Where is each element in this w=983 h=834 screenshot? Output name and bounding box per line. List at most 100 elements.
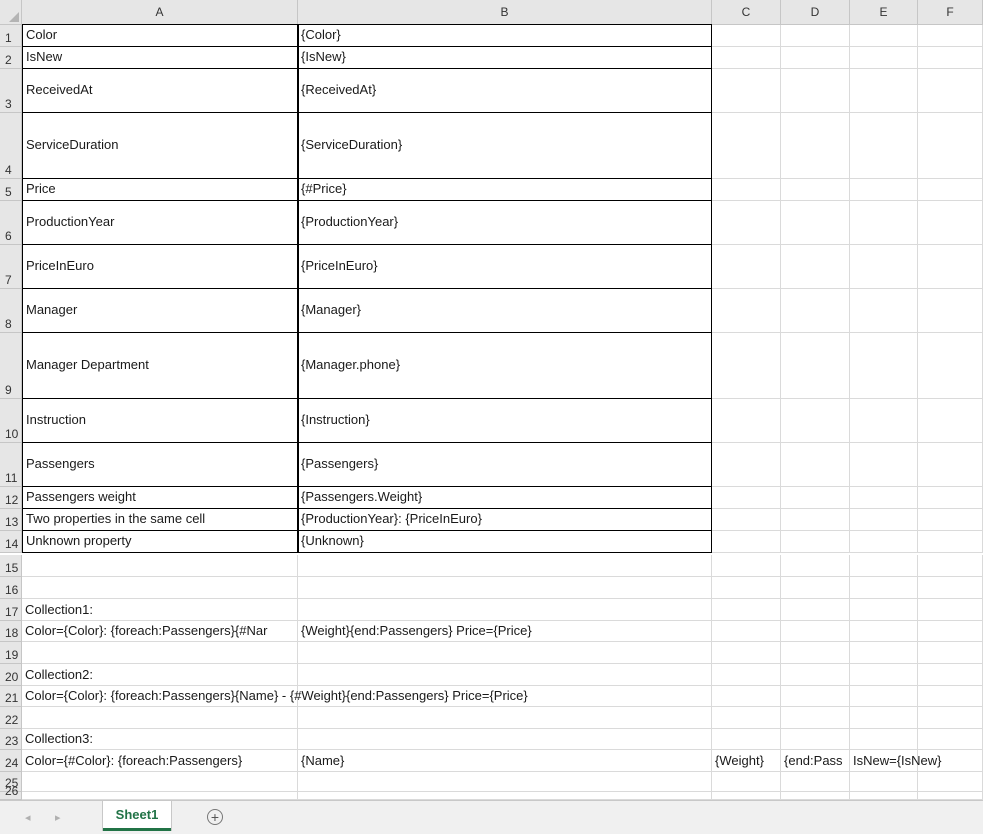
grid-cell[interactable] (850, 333, 918, 399)
row-header-6[interactable]: 6 (0, 201, 22, 245)
grid-cell[interactable] (712, 664, 781, 686)
table-cell-b3[interactable]: {ReceivedAt} (297, 68, 712, 113)
grid-cell[interactable] (712, 69, 781, 113)
grid-cell[interactable] (781, 555, 850, 577)
grid-cell[interactable] (850, 792, 918, 800)
tab-scroll-left-icon[interactable]: ◂ (25, 811, 31, 824)
grid-cell[interactable] (918, 642, 983, 664)
grid-cell[interactable] (22, 792, 298, 800)
table-cell-b10[interactable]: {Instruction} (297, 398, 712, 443)
grid-cell[interactable] (918, 531, 983, 553)
grid-cell[interactable] (850, 664, 918, 686)
column-header-a[interactable]: A (22, 0, 298, 25)
grid-cell[interactable] (781, 289, 850, 333)
grid-cell[interactable] (781, 531, 850, 553)
cell-b18[interactable]: {Weight}{end:Passengers} Price={Price} (298, 621, 712, 642)
table-cell-a12[interactable]: Passengers weight (22, 486, 299, 509)
row-header-21[interactable]: 21 (0, 686, 22, 707)
row-header-2[interactable]: 2 (0, 47, 22, 69)
row-header-7[interactable]: 7 (0, 245, 22, 289)
grid-cell[interactable] (712, 599, 781, 621)
row-header-9[interactable]: 9 (0, 333, 22, 399)
grid-cell[interactable] (712, 201, 781, 245)
column-header-f[interactable]: F (918, 0, 983, 25)
row-header-17[interactable]: 17 (0, 599, 22, 621)
grid-cell[interactable] (918, 599, 983, 621)
cell-a23[interactable]: Collection3: (22, 729, 298, 750)
grid-cell[interactable] (712, 443, 781, 487)
grid-cell[interactable] (850, 555, 918, 577)
table-cell-b14[interactable]: {Unknown} (297, 530, 712, 553)
grid-cell[interactable] (22, 555, 298, 577)
grid-cell[interactable] (850, 642, 918, 664)
grid-cell[interactable] (850, 113, 918, 179)
grid-cell[interactable] (850, 599, 918, 621)
table-cell-a3[interactable]: ReceivedAt (22, 68, 299, 113)
row-header-19[interactable]: 19 (0, 642, 22, 664)
grid-cell[interactable] (781, 69, 850, 113)
grid-cell[interactable] (918, 25, 983, 47)
table-cell-a6[interactable]: ProductionYear (22, 200, 299, 245)
table-cell-a8[interactable]: Manager (22, 288, 299, 333)
grid-cell[interactable] (712, 289, 781, 333)
grid-cell[interactable] (298, 555, 712, 577)
grid-cell[interactable] (781, 599, 850, 621)
grid-cell[interactable] (850, 25, 918, 47)
grid-cell[interactable] (781, 792, 850, 800)
row-header-5[interactable]: 5 (0, 179, 22, 201)
table-cell-b2[interactable]: {IsNew} (297, 46, 712, 69)
grid-cell[interactable] (712, 179, 781, 201)
table-cell-a13[interactable]: Two properties in the same cell (22, 508, 299, 531)
column-header-c[interactable]: C (712, 0, 781, 25)
grid-cell[interactable] (850, 443, 918, 487)
grid-cell[interactable] (298, 642, 712, 664)
grid-cell[interactable] (850, 531, 918, 553)
grid-cell[interactable] (298, 664, 712, 686)
grid-cell[interactable] (918, 399, 983, 443)
row-header-20[interactable]: 20 (0, 664, 22, 686)
grid-cell[interactable] (22, 772, 298, 792)
tab-sheet1[interactable]: Sheet1 (103, 801, 171, 831)
row-header-24[interactable]: 24 (0, 750, 22, 772)
grid-cell[interactable] (781, 621, 850, 642)
grid-cell[interactable] (918, 113, 983, 179)
table-cell-b1[interactable]: {Color} (297, 24, 712, 47)
cell-a17[interactable]: Collection1: (22, 599, 298, 621)
cell-a18[interactable]: Color={Color}: {foreach:Passengers}{#Nar (22, 621, 298, 642)
row-header-13[interactable]: 13 (0, 509, 22, 531)
grid-cell[interactable] (850, 47, 918, 69)
grid-cell[interactable] (781, 25, 850, 47)
grid-cell[interactable] (712, 245, 781, 289)
add-sheet-icon[interactable]: + (207, 809, 223, 825)
grid-cell[interactable] (781, 201, 850, 245)
grid-cell[interactable] (712, 621, 781, 642)
grid-cell[interactable] (712, 509, 781, 531)
grid-cell[interactable] (781, 729, 850, 750)
grid-cell[interactable] (712, 772, 781, 792)
cell-d24[interactable]: {end:Pass (781, 750, 850, 772)
row-header-3[interactable]: 3 (0, 69, 22, 113)
table-cell-b7[interactable]: {PriceInEuro} (297, 244, 712, 289)
spreadsheet-grid[interactable]: A B C D E F 1 2 3 4 5 6 7 8 9 10 11 12 13 14 15 16 17 18 1… (0, 0, 983, 800)
table-cell-b12[interactable]: {Passengers.Weight} (297, 486, 712, 509)
table-cell-a10[interactable]: Instruction (22, 398, 299, 443)
column-header-b[interactable]: B (298, 0, 712, 25)
table-cell-a14[interactable]: Unknown property (22, 530, 299, 553)
table-cell-a1[interactable]: Color (22, 24, 299, 47)
grid-cell[interactable] (850, 179, 918, 201)
grid-cell[interactable] (712, 25, 781, 47)
grid-cell[interactable] (918, 245, 983, 289)
row-header-26[interactable]: 26 (0, 784, 22, 800)
table-cell-a9[interactable]: Manager Department (22, 332, 299, 399)
grid-cell[interactable] (712, 399, 781, 443)
table-cell-b6[interactable]: {ProductionYear} (297, 200, 712, 245)
grid-cell[interactable] (298, 707, 712, 729)
table-cell-a2[interactable]: IsNew (22, 46, 299, 69)
grid-cell[interactable] (712, 113, 781, 179)
grid-cell[interactable] (712, 555, 781, 577)
grid-cell[interactable] (781, 47, 850, 69)
grid-cell[interactable] (918, 664, 983, 686)
grid-cell[interactable] (850, 772, 918, 792)
row-header-22[interactable]: 22 (0, 707, 22, 729)
grid-cell[interactable] (918, 487, 983, 509)
